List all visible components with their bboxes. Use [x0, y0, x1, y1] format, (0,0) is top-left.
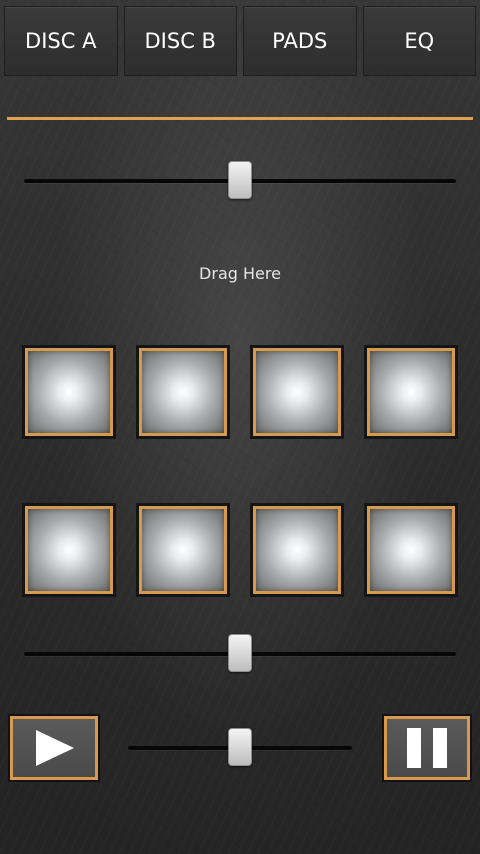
pad-row-1	[22, 345, 458, 441]
tab-disc-b[interactable]: DISC B	[123, 6, 237, 76]
pause-button[interactable]	[384, 716, 470, 780]
tab-pads[interactable]: PADS	[243, 6, 357, 76]
pad-5[interactable]	[22, 503, 116, 597]
pad-face	[253, 348, 341, 436]
transport-slider[interactable]	[128, 728, 352, 768]
pad-4[interactable]	[364, 345, 458, 439]
tab-disc-a[interactable]: DISC A	[4, 6, 118, 76]
drag-here-label: Drag Here	[199, 264, 281, 283]
tab-eq[interactable]: EQ	[362, 6, 476, 76]
tab-label: DISC B	[144, 29, 216, 53]
tab-bar: DISC A DISC B PADS EQ	[4, 6, 476, 76]
slider-thumb[interactable]	[228, 634, 252, 672]
pad-2[interactable]	[136, 345, 230, 439]
pad-face	[367, 348, 455, 436]
slider-thumb[interactable]	[228, 161, 252, 199]
play-button[interactable]	[10, 716, 98, 780]
slider-thumb[interactable]	[228, 728, 252, 766]
tab-label: DISC A	[25, 29, 97, 53]
app-screen: DISC A DISC B PADS EQ Drag Here	[0, 0, 480, 854]
pad-1[interactable]	[22, 345, 116, 439]
play-icon	[32, 728, 76, 768]
pad-face	[253, 506, 341, 594]
pad-face	[367, 506, 455, 594]
tab-label: PADS	[272, 29, 328, 53]
pause-icon	[405, 726, 449, 770]
tab-divider	[7, 117, 473, 120]
pad-8[interactable]	[364, 503, 458, 597]
pad-row-2	[22, 503, 458, 599]
tab-label: EQ	[404, 29, 435, 53]
top-slider[interactable]	[24, 161, 456, 201]
pad-face	[139, 348, 227, 436]
pad-face	[25, 348, 113, 436]
bottom-slider[interactable]	[24, 634, 456, 674]
pad-6[interactable]	[136, 503, 230, 597]
pad-face	[25, 506, 113, 594]
pad-3[interactable]	[250, 345, 344, 439]
pad-face	[139, 506, 227, 594]
pad-7[interactable]	[250, 503, 344, 597]
